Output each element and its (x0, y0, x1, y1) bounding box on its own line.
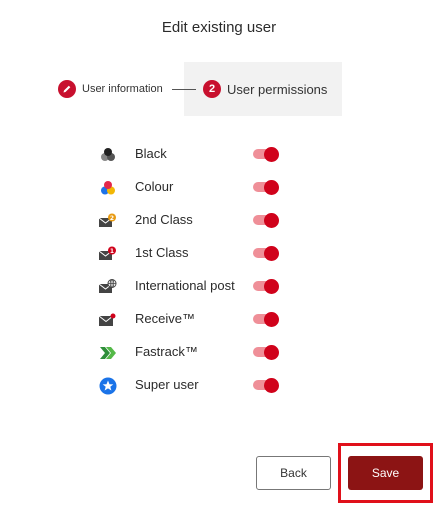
permission-toggle[interactable] (253, 147, 281, 162)
international-mail-icon (99, 278, 117, 296)
permission-row: International post (96, 270, 296, 303)
permission-row: Colour (96, 171, 296, 204)
permission-toggle[interactable] (253, 213, 281, 228)
step-number: 2 (203, 80, 221, 98)
permission-label: Fastrack™ (135, 344, 198, 359)
stepper: User information 2 User permissions (0, 62, 438, 116)
permission-toggle[interactable] (253, 246, 281, 261)
permission-list: Black Colour 2 2nd Class 1 1st Class Int… (96, 138, 296, 402)
permission-label: Black (135, 146, 167, 161)
permission-toggle[interactable] (253, 378, 281, 393)
step-user-information[interactable]: User information (58, 79, 163, 99)
permission-toggle[interactable] (253, 279, 281, 294)
permission-label: Receive™ (135, 311, 195, 326)
permission-label: International post (135, 278, 235, 293)
permission-row: Fastrack™ (96, 336, 296, 369)
permission-toggle[interactable] (253, 345, 281, 360)
permission-label: 2nd Class (135, 212, 193, 227)
first-class-mail-icon: 1 (99, 245, 117, 263)
permission-row: 1 1st Class (96, 237, 296, 270)
permission-row: Super user (96, 369, 296, 402)
step-connector (172, 89, 196, 90)
pencil-icon (58, 80, 76, 98)
save-button[interactable]: Save (348, 456, 423, 490)
step-label: User information (82, 83, 163, 95)
receive-mail-icon (99, 311, 117, 329)
permission-label: Super user (135, 377, 199, 392)
colour-ink-icon (99, 179, 117, 197)
step-user-permissions[interactable]: 2 User permissions (203, 79, 327, 99)
svg-text:2: 2 (110, 215, 114, 222)
permission-row: Black (96, 138, 296, 171)
permission-label: Colour (135, 179, 174, 194)
back-button[interactable]: Back (256, 456, 331, 490)
svg-text:1: 1 (110, 248, 114, 255)
permission-row: 2 2nd Class (96, 204, 296, 237)
page-title: Edit existing user (161, 19, 277, 36)
step-label: User permissions (227, 81, 328, 97)
permission-toggle[interactable] (253, 312, 281, 327)
permission-toggle[interactable] (253, 180, 281, 195)
second-class-mail-icon: 2 (99, 212, 117, 230)
permission-row: Receive™ (96, 303, 296, 336)
fastrack-icon (99, 344, 117, 362)
black-ink-icon (99, 146, 117, 164)
star-icon (99, 377, 117, 395)
permission-label: 1st Class (135, 245, 189, 260)
